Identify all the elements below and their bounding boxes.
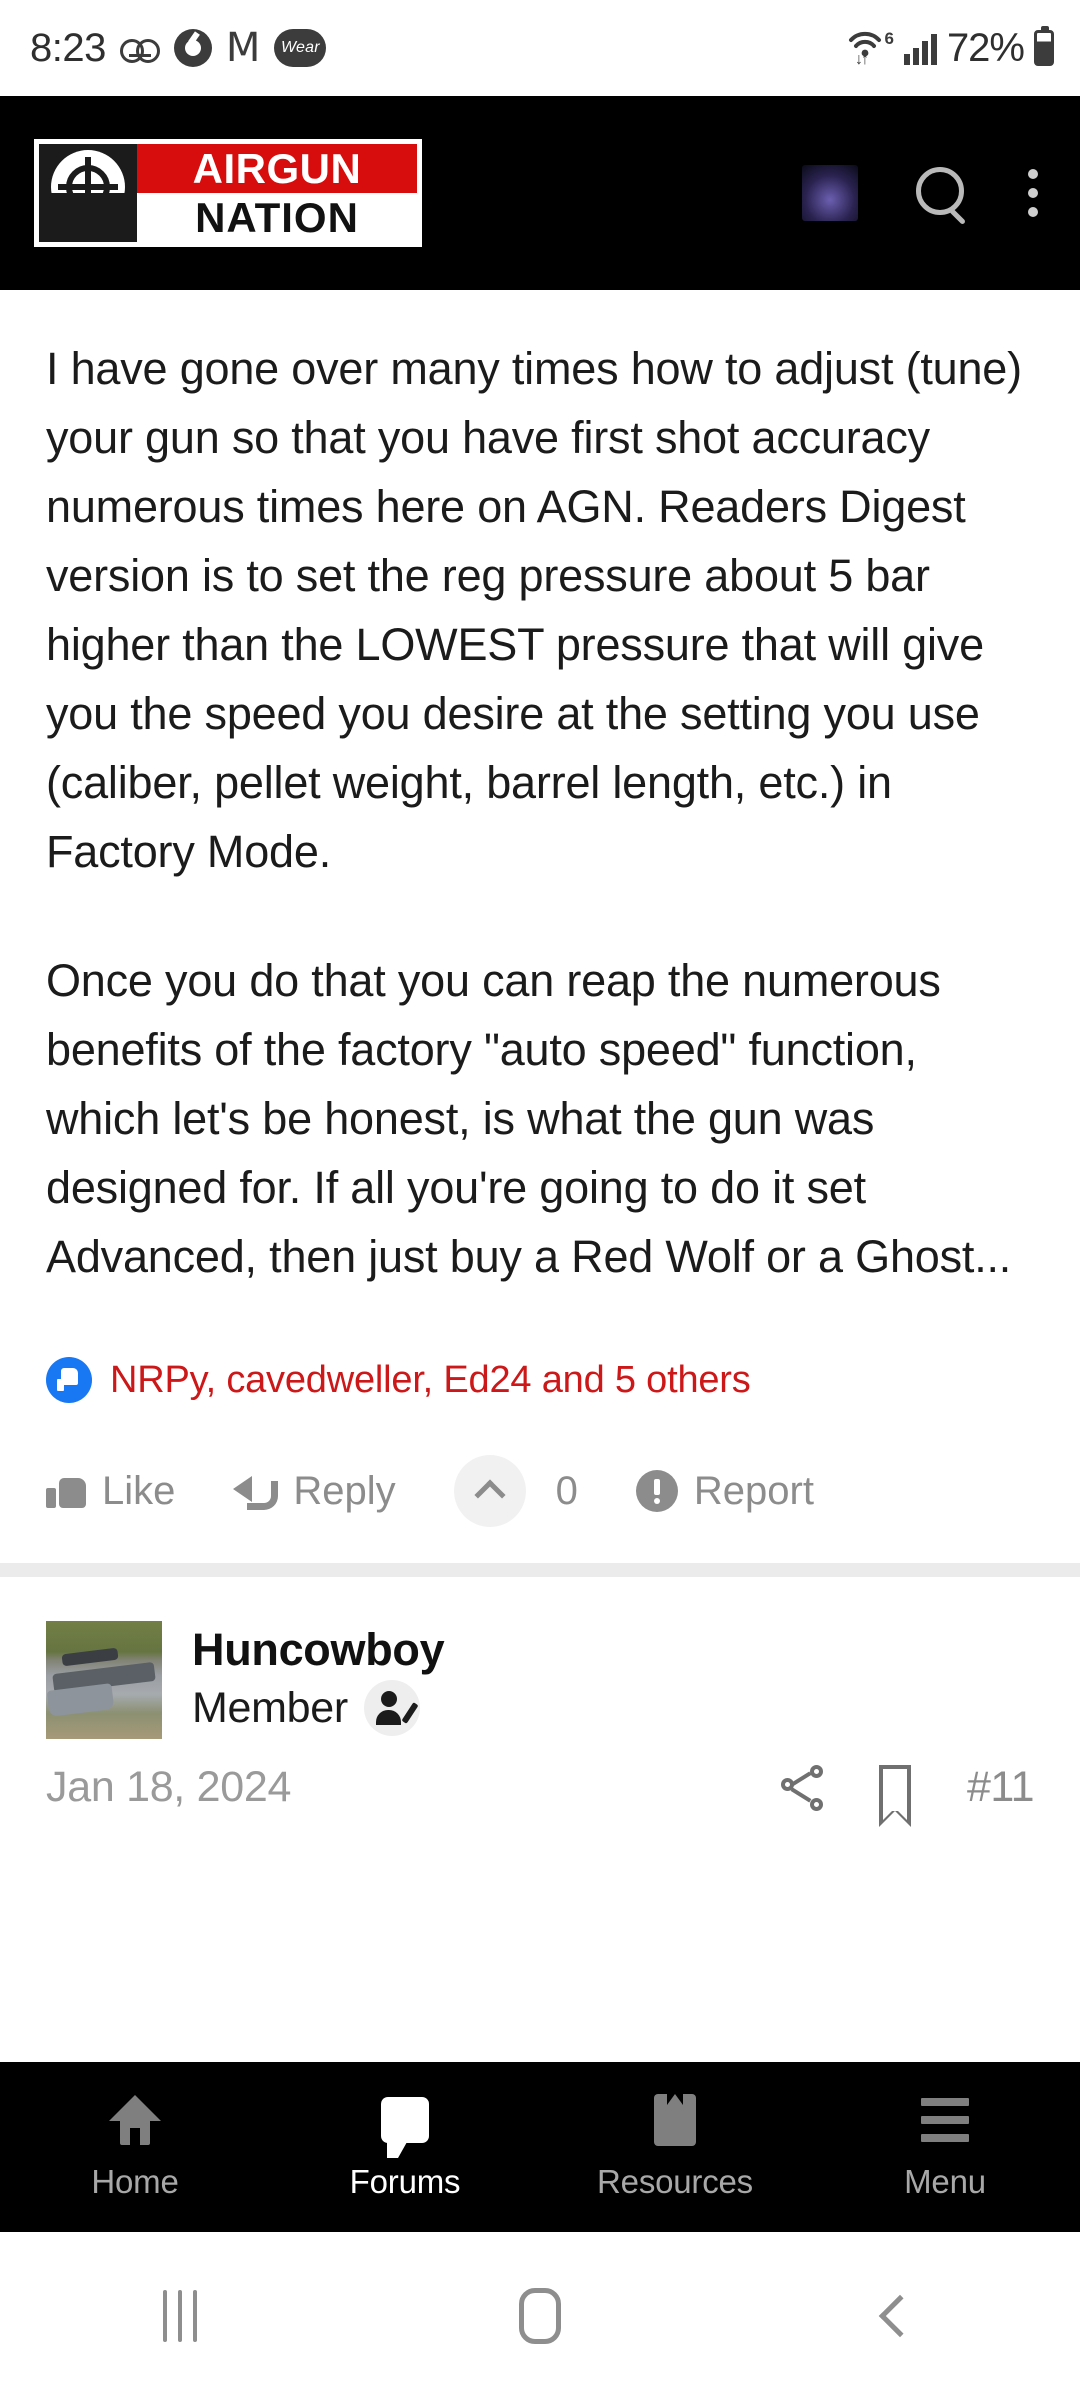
logo-airgun-text: AIRGUN xyxy=(137,144,417,193)
back-icon xyxy=(878,2294,922,2338)
header-actions xyxy=(802,165,1040,221)
post-reactions[interactable]: NRPy, cavedweller, Ed24 and 5 others xyxy=(46,1357,1034,1403)
report-button[interactable]: Report xyxy=(635,1468,814,1514)
post-content: I have gone over many times how to adjus… xyxy=(0,290,1080,1563)
reply-arrow-icon xyxy=(233,1472,279,1510)
reply-label: Reply xyxy=(293,1468,396,1513)
logo-nation-text: NATION xyxy=(137,193,417,242)
post-message: I have gone over many times how to adjus… xyxy=(46,290,1034,1291)
battery-percent-label: 72% xyxy=(946,25,1025,70)
crosshair-reticle-icon xyxy=(39,144,137,224)
post-number[interactable]: #11 xyxy=(967,1763,1035,1812)
post-paragraph-1: I have gone over many times how to adjus… xyxy=(46,343,1022,877)
wifi-icon: 6 ↓↑ xyxy=(848,29,894,68)
nav-item-forums[interactable]: Forums xyxy=(270,2062,540,2232)
wear-icon: Wear xyxy=(274,29,327,67)
like-label: Like xyxy=(102,1468,176,1513)
user-avatar-rifle-photo[interactable] xyxy=(46,1621,162,1739)
status-clock: 8:23 xyxy=(30,25,106,70)
chevron-up-icon xyxy=(474,1478,506,1511)
status-bar-left: 8:23 M Wear xyxy=(30,25,327,71)
nav-label-home: Home xyxy=(91,2163,179,2200)
home-icon xyxy=(109,2093,161,2147)
wifi-transfer-icon: ↓↑ xyxy=(854,51,869,68)
search-icon[interactable] xyxy=(914,165,970,221)
site-logo[interactable]: AIRGUN NATION xyxy=(34,139,422,247)
report-exclamation-icon xyxy=(635,1470,678,1512)
reactions-label[interactable]: NRPy, cavedweller, Ed24 and 5 others xyxy=(110,1359,751,1402)
next-post-user-meta: Huncowboy Member xyxy=(192,1621,445,1739)
user-avatar-icon[interactable] xyxy=(802,165,858,221)
nav-label-menu: Menu xyxy=(904,2163,986,2200)
bottom-navigation: Home Forums Resources Menu xyxy=(0,2062,1080,2232)
user-role-label: Member xyxy=(192,1683,348,1732)
app-header: AIRGUN NATION xyxy=(0,96,1080,290)
book-icon xyxy=(654,2093,696,2147)
nav-label-forums: Forums xyxy=(349,2163,461,2200)
post-paragraph-2: Once you do that you can reap the numero… xyxy=(46,955,1012,1282)
upvote-button[interactable] xyxy=(453,1455,526,1527)
status-bar-right: 6 ↓↑ 72% xyxy=(848,26,1054,71)
hamburger-menu-icon xyxy=(921,2093,969,2147)
logo-mark-bottom xyxy=(39,193,137,242)
chrome-icon xyxy=(173,29,212,67)
android-system-nav xyxy=(0,2232,1080,2400)
battery-icon xyxy=(1034,26,1054,66)
reply-button[interactable]: Reply xyxy=(233,1468,396,1514)
nav-label-resources: Resources xyxy=(597,2163,753,2200)
logo-top-row: AIRGUN xyxy=(39,144,417,224)
next-post-header: Huncowboy Member xyxy=(46,1621,1034,1739)
next-post-tools: #11 xyxy=(780,1763,1035,1827)
nav-item-menu[interactable]: Menu xyxy=(810,2062,1080,2232)
android-home-icon xyxy=(519,2288,561,2344)
next-post: Huncowboy Member Jan 18, 2024 #11 xyxy=(0,1577,1080,1830)
member-edit-icon[interactable] xyxy=(363,1680,420,1736)
upvote-count: 0 xyxy=(555,1468,578,1513)
thumbs-up-icon xyxy=(46,1357,92,1403)
app-root: 8:23 M Wear 6 ↓↑ 72% AIRGUN NATION I hav… xyxy=(0,0,1080,2400)
next-post-footer: Jan 18, 2024 #11 xyxy=(46,1763,1035,1830)
like-button[interactable]: Like xyxy=(46,1469,175,1514)
status-bar: 8:23 M Wear 6 ↓↑ 72% xyxy=(0,0,1080,96)
voicemail-icon xyxy=(119,37,160,63)
bookmark-icon[interactable] xyxy=(878,1764,911,1827)
speech-bubble-icon xyxy=(381,2093,429,2158)
gmail-icon: M xyxy=(225,25,261,71)
report-label: Report xyxy=(693,1468,814,1513)
wifi-generation-label: 6 xyxy=(884,29,894,48)
thumbs-up-icon xyxy=(46,1472,86,1510)
user-role-row: Member xyxy=(192,1680,444,1736)
android-home-button[interactable] xyxy=(360,2288,720,2344)
more-options-icon[interactable] xyxy=(1026,169,1040,217)
post-date[interactable]: Jan 18, 2024 xyxy=(46,1763,291,1812)
recents-icon xyxy=(163,2290,197,2342)
signal-icon xyxy=(903,31,937,65)
back-button[interactable] xyxy=(720,2294,1080,2338)
post-divider xyxy=(0,1563,1080,1577)
share-icon[interactable] xyxy=(780,1764,823,1811)
post-actions: Like Reply 0 Report xyxy=(46,1455,1034,1563)
logo-bottom-row: NATION xyxy=(39,193,417,242)
nav-item-home[interactable]: Home xyxy=(0,2062,270,2232)
username-link[interactable]: Huncowboy xyxy=(192,1624,445,1676)
recents-button[interactable] xyxy=(0,2290,360,2342)
nav-item-resources[interactable]: Resources xyxy=(540,2062,810,2232)
